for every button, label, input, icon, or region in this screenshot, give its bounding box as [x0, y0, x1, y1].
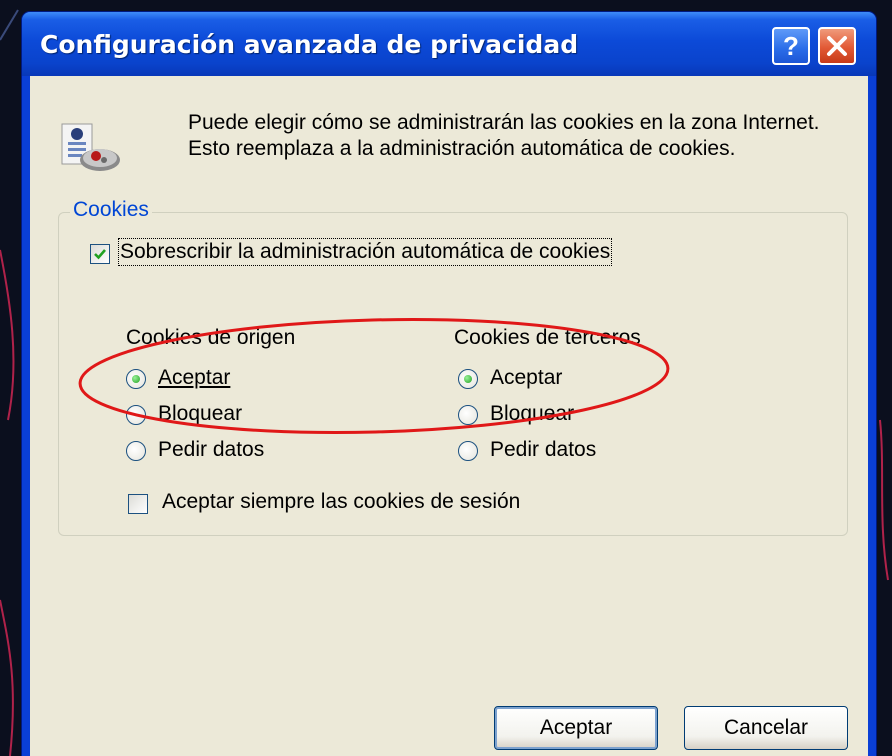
- first-party-accept-label[interactable]: Aceptar: [158, 366, 230, 390]
- third-party-block-radio[interactable]: [458, 405, 478, 425]
- override-checkbox[interactable]: [90, 244, 110, 264]
- first-party-block-radio[interactable]: [126, 405, 146, 425]
- third-party-accept-label[interactable]: Aceptar: [490, 366, 562, 390]
- session-cookies-label[interactable]: Aceptar siempre las cookies de sesión: [162, 490, 520, 514]
- title-bar[interactable]: Configuración avanzada de privacidad ?: [22, 12, 876, 76]
- help-button[interactable]: ?: [772, 27, 810, 65]
- first-party-block-label[interactable]: Bloquear: [158, 402, 242, 426]
- first-party-heading: Cookies de origen: [126, 326, 296, 349]
- third-party-block-label[interactable]: Bloquear: [490, 402, 574, 426]
- third-party-prompt-radio[interactable]: [458, 441, 478, 461]
- window-title: Configuración avanzada de privacidad: [40, 30, 579, 59]
- radio-selected-dot: [464, 375, 472, 383]
- cancel-button[interactable]: Cancelar: [684, 706, 848, 750]
- close-icon: [827, 36, 847, 56]
- dialog-body: Puede elegir cómo se administrarán las c…: [30, 76, 868, 756]
- privacy-cookie-icon: [61, 123, 120, 171]
- radio-selected-dot: [132, 375, 140, 383]
- override-label[interactable]: Sobrescribir la administración automátic…: [117, 238, 613, 266]
- first-party-prompt-label[interactable]: Pedir datos: [158, 438, 264, 462]
- cookies-group-label: Cookies: [70, 198, 152, 222]
- third-party-heading: Cookies de terceros: [454, 326, 641, 349]
- intro-text: Puede elegir cómo se administrarán las c…: [188, 111, 820, 160]
- ok-button[interactable]: Aceptar: [494, 706, 658, 750]
- first-party-prompt-radio[interactable]: [126, 441, 146, 461]
- third-party-prompt-label[interactable]: Pedir datos: [490, 438, 596, 462]
- session-cookies-checkbox[interactable]: [128, 494, 148, 514]
- first-party-accept-radio[interactable]: [126, 369, 146, 389]
- close-button[interactable]: [818, 27, 856, 65]
- checkmark-icon: [94, 249, 106, 260]
- third-party-accept-radio[interactable]: [458, 369, 478, 389]
- dialog-window: Configuración avanzada de privacidad ? P…: [22, 12, 876, 756]
